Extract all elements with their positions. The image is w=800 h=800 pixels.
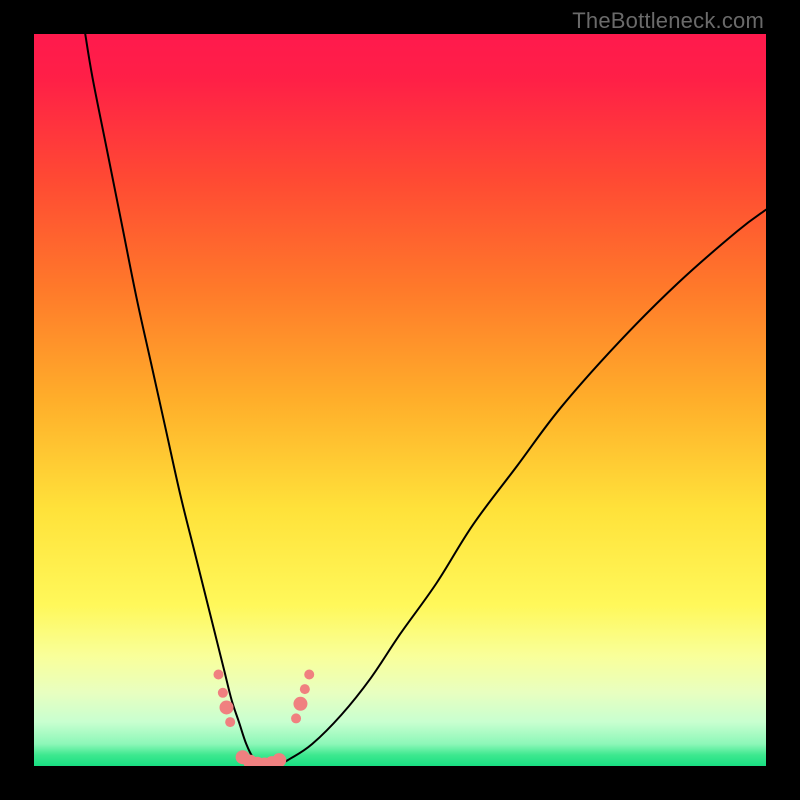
plot-area [34, 34, 766, 766]
data-marker [213, 670, 223, 680]
data-marker [300, 684, 310, 694]
data-marker [272, 753, 286, 766]
chart-frame: TheBottleneck.com [0, 0, 800, 800]
watermark-label: TheBottleneck.com [572, 8, 764, 34]
data-marker [225, 717, 235, 727]
data-marker [218, 688, 228, 698]
data-marker [293, 697, 307, 711]
data-marker [304, 670, 314, 680]
data-marker [291, 713, 301, 723]
marker-layer [213, 670, 314, 767]
chart-svg [34, 34, 766, 766]
series-layer [85, 34, 766, 766]
data-marker [220, 700, 234, 714]
curve-bottleneck-curve [85, 34, 766, 766]
